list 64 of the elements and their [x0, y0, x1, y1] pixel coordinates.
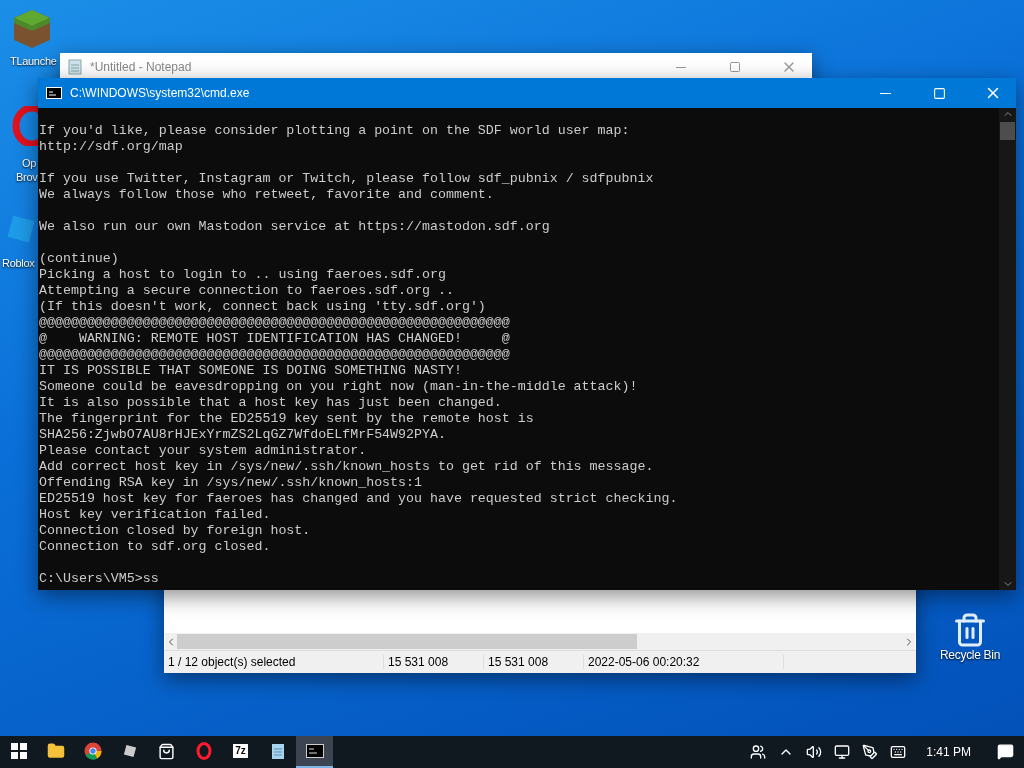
- pen-icon[interactable]: [862, 744, 879, 760]
- console-line: Host key verification failed.: [39, 507, 272, 523]
- speech-bubble-icon: [997, 742, 1014, 760]
- scroll-thumb[interactable]: [177, 634, 637, 649]
- volume-icon[interactable]: [806, 744, 823, 760]
- people-icon[interactable]: [750, 744, 767, 760]
- console-line: Offending RSA key in /sys/new/.ssh/known_hosts:1: [39, 475, 423, 491]
- console-line: Connection closed by foreign host.: [39, 523, 312, 539]
- icon-label: Roblox: [2, 256, 35, 270]
- icon-label: Brov: [16, 170, 38, 184]
- icon-label: Op: [22, 156, 37, 170]
- scroll-thumb[interactable]: [1000, 122, 1015, 140]
- maximize-icon: [932, 86, 946, 100]
- console-line: http://sdf.org/map: [39, 139, 184, 155]
- icon-label: Recycle Bin: [940, 648, 1001, 662]
- network-icon[interactable]: [834, 744, 851, 760]
- console-line: ED25519 host key for faeroes has changed and you have requested strict checking.: [39, 491, 679, 507]
- console-line: We also run our own Mastodon service at https://mastodon.sdf.org: [39, 219, 551, 235]
- ring-icon: [195, 742, 212, 760]
- console-line: IT IS POSSIBLE THAT SOMEONE IS DOING SOMETHING NASTY!: [39, 363, 463, 379]
- status-text: 15 531 008: [384, 655, 484, 669]
- command-prompt[interactable]: C:\Users\VM5>ss: [39, 571, 999, 587]
- console-line: (If this doesn't work, connect back using 'tty.sdf.org'): [39, 299, 487, 315]
- window-title: *Untitled - Notepad: [90, 60, 193, 74]
- status-text: 15 531 008: [484, 655, 584, 669]
- keyboard-icon[interactable]: [890, 744, 907, 760]
- console-line: Someone could be eavesdropping on you right now (man-in-the-middle attack)!: [39, 379, 639, 395]
- console-line: If you'd like, please consider plotting a point on the SDF world user map:: [39, 123, 631, 139]
- taskbar-button[interactable]: [296, 736, 333, 768]
- console-line: Add correct host key in /sys/new/.ssh/known_hosts to get rid of this message.: [39, 459, 655, 475]
- console-line: Picking a host to login to .. using faeroes.sdf.org: [39, 267, 447, 283]
- grass-block-icon: [12, 8, 52, 50]
- store-bag-icon: [158, 742, 175, 760]
- seven-zip-logo: 7z: [233, 744, 248, 758]
- folder-icon: [46, 742, 65, 760]
- icon-label: TLaunche: [10, 54, 57, 68]
- console-line: The fingerprint for the ED25519 key sent by the remote host is: [39, 411, 535, 427]
- console-line: It is also possible that a host key has just been changed.: [39, 395, 503, 411]
- status-text: 2022-05-06 00:20:32: [584, 655, 784, 669]
- chrome-icon: [83, 742, 102, 760]
- console-line: (continue): [39, 251, 120, 267]
- notepad-icon: [68, 59, 82, 75]
- minimize-icon: [676, 66, 686, 68]
- console-line: Attempting a secure connection to faeroes.sdf.org ..: [39, 283, 455, 299]
- console-icon: [46, 87, 62, 99]
- notepad-icon: [269, 742, 286, 760]
- status-text: 1 / 12 object(s) selected: [164, 655, 384, 669]
- console-line: @@@@@@@@@@@@@@@@@@@@@@@@@@@@@@@@@@@@@@@@@@@@@@@@@@@@@@@@@@@: [39, 315, 511, 331]
- console-line: We always follow those who retweet, favorite and comment.: [39, 187, 495, 203]
- maximize-icon: [729, 61, 741, 73]
- console-line: Connection to sdf.org closed.: [39, 539, 272, 555]
- window-title: C:\WINDOWS\system32\cmd.exe: [70, 86, 251, 100]
- console-line: Please contact your system administrator.: [39, 443, 368, 459]
- vertical-scrollbar[interactable]: [999, 108, 1016, 590]
- windows-icon: [10, 743, 27, 759]
- console-line: If you use Twitter, Instagram or Twitch, please follow sdf_pubnix / sdfpubnix: [39, 171, 655, 187]
- taskbar-button[interactable]: 7z: [222, 736, 259, 768]
- console-line: SHA256:ZjwbO7AU8rHJExYrmZS2LqGZ7WfdoELfMrF54W92PYA.: [39, 427, 447, 443]
- console-line: @@@@@@@@@@@@@@@@@@@@@@@@@@@@@@@@@@@@@@@@@@@@@@@@@@@@@@@@@@@: [39, 347, 511, 363]
- console-line: @ WARNING: REMOTE HOST IDENTIFICATION HAS CHANGED! @: [39, 331, 511, 347]
- clock[interactable]: 1:41 PM: [916, 745, 987, 759]
- horizontal-scrollbar[interactable]: [165, 633, 915, 650]
- console-icon: [305, 744, 324, 758]
- minimize-icon: [879, 92, 891, 94]
